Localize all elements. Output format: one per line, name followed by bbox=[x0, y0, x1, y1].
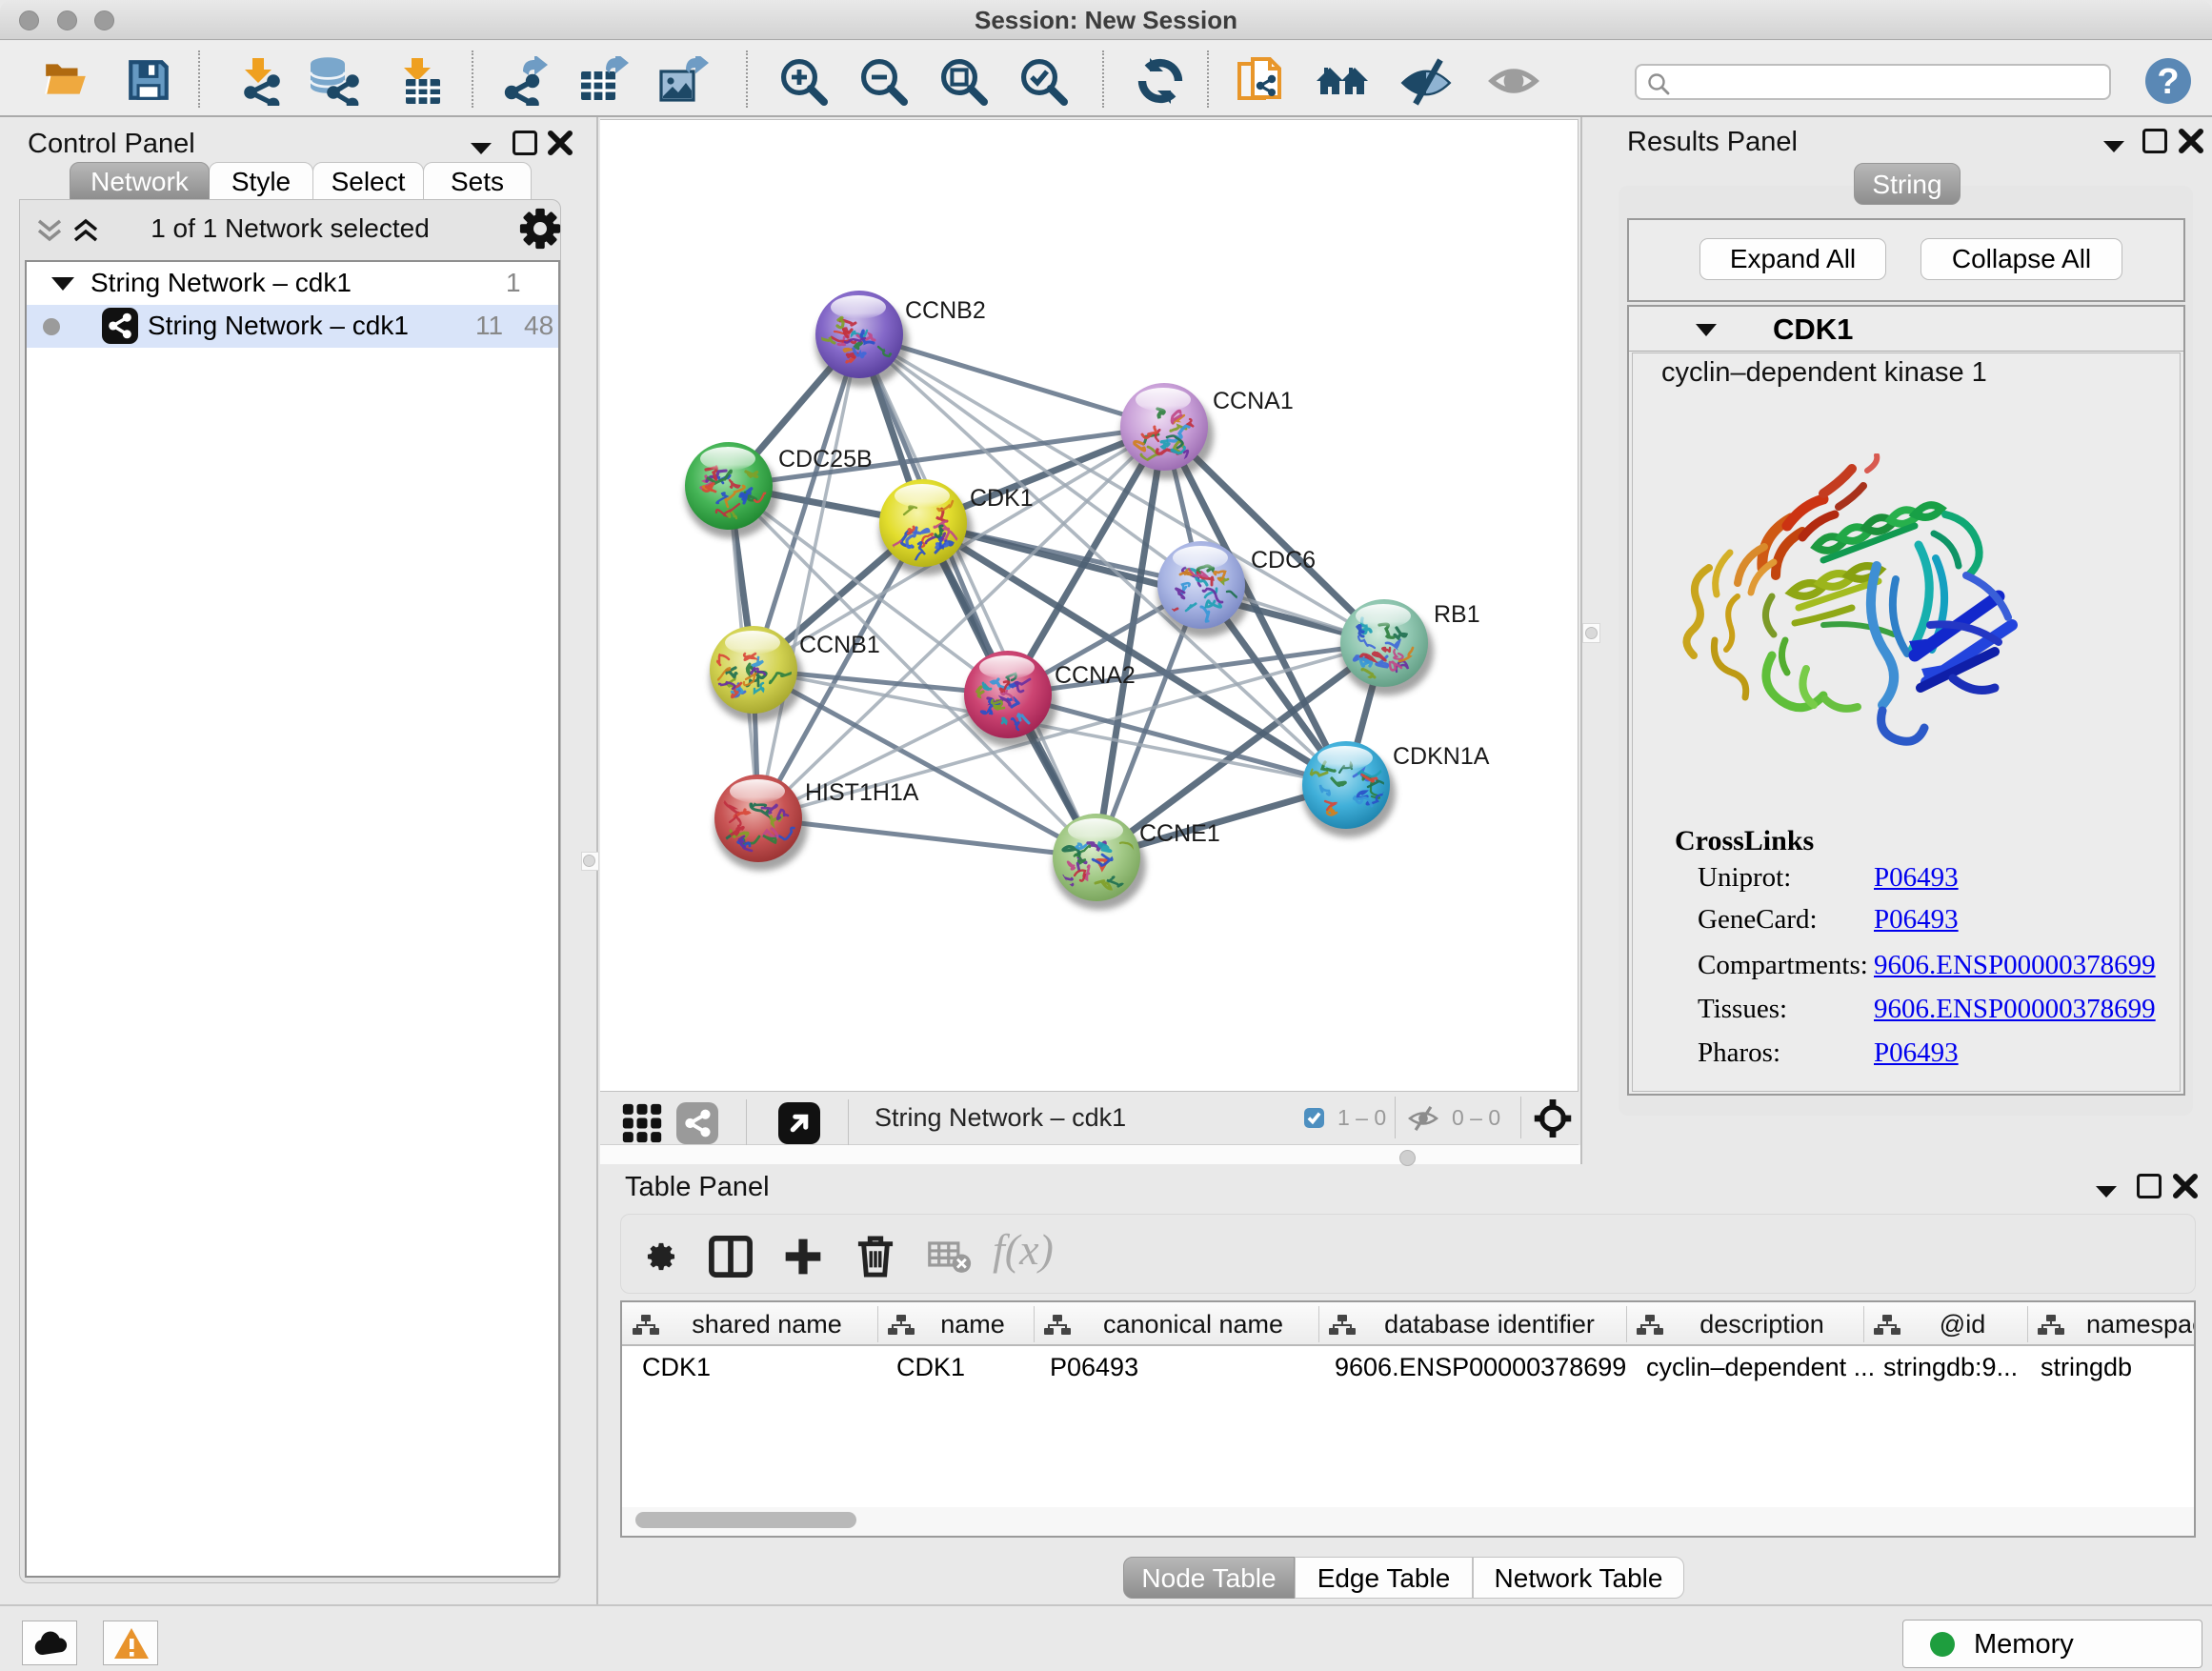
svg-text:CCNB2: CCNB2 bbox=[905, 297, 986, 324]
svg-text:CCNE1: CCNE1 bbox=[1139, 820, 1220, 847]
svg-text:CDC6: CDC6 bbox=[1251, 547, 1316, 574]
svg-text:CCNB1: CCNB1 bbox=[799, 632, 880, 658]
svg-text:RB1: RB1 bbox=[1434, 601, 1480, 628]
svg-text:CDK1: CDK1 bbox=[970, 485, 1034, 512]
svg-text:?: ? bbox=[2157, 62, 2179, 102]
svg-text:CDC25B: CDC25B bbox=[778, 446, 873, 473]
svg-text:CCNA1: CCNA1 bbox=[1213, 388, 1294, 414]
svg-text:HIST1H1A: HIST1H1A bbox=[805, 779, 919, 806]
svg-text:CCNA2: CCNA2 bbox=[1055, 662, 1136, 689]
svg-text:CDKN1A: CDKN1A bbox=[1393, 743, 1490, 770]
